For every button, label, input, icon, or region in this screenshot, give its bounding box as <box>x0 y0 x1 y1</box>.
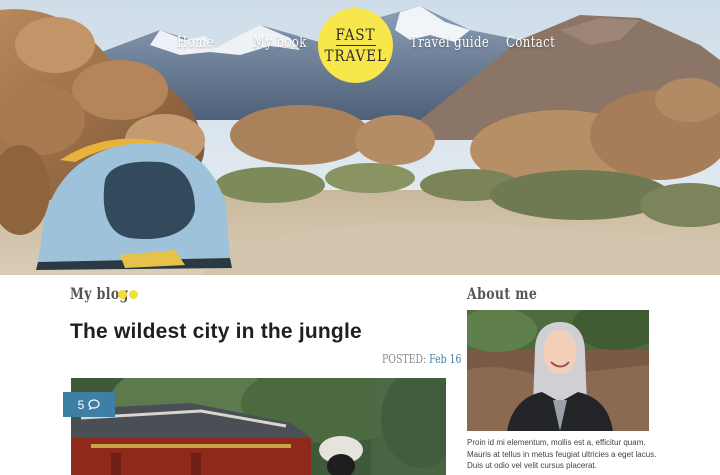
post-title[interactable]: The wildest city in the jungle <box>70 318 370 346</box>
main-nav: Home My book FAST TRAVEL Travel guide Co… <box>0 0 720 90</box>
nav-travel-guide[interactable]: Travel guide <box>410 33 489 51</box>
site-logo[interactable]: FAST TRAVEL <box>318 8 393 83</box>
post-featured-image[interactable] <box>71 378 446 475</box>
hero-banner: Home My book FAST TRAVEL Travel guide Co… <box>0 0 720 275</box>
about-section-title: About me <box>467 284 538 303</box>
dot-icon <box>129 290 138 299</box>
nav-my-book[interactable]: My book <box>253 33 307 51</box>
nav-home[interactable]: Home <box>177 33 214 51</box>
speech-bubble-icon <box>88 399 100 410</box>
posted-label: POSTED: <box>382 352 427 366</box>
portrait-image <box>467 310 649 431</box>
dot-icon <box>118 290 127 299</box>
post-meta: POSTED: Feb 16 <box>382 352 462 366</box>
comment-count-badge[interactable]: 5 <box>63 392 115 417</box>
about-me-photo <box>467 310 649 431</box>
nav-contact[interactable]: Contact <box>506 33 555 51</box>
decorative-dots <box>118 290 138 299</box>
about-me-text: Proin id mi elementum, mollis est a, eff… <box>467 438 657 470</box>
temple-photo <box>71 378 446 475</box>
posted-date[interactable]: Feb 16 <box>429 352 461 366</box>
logo-line-1: FAST <box>335 25 376 44</box>
logo-line-2: TRAVEL <box>324 46 387 65</box>
comment-count: 5 <box>77 397 85 412</box>
